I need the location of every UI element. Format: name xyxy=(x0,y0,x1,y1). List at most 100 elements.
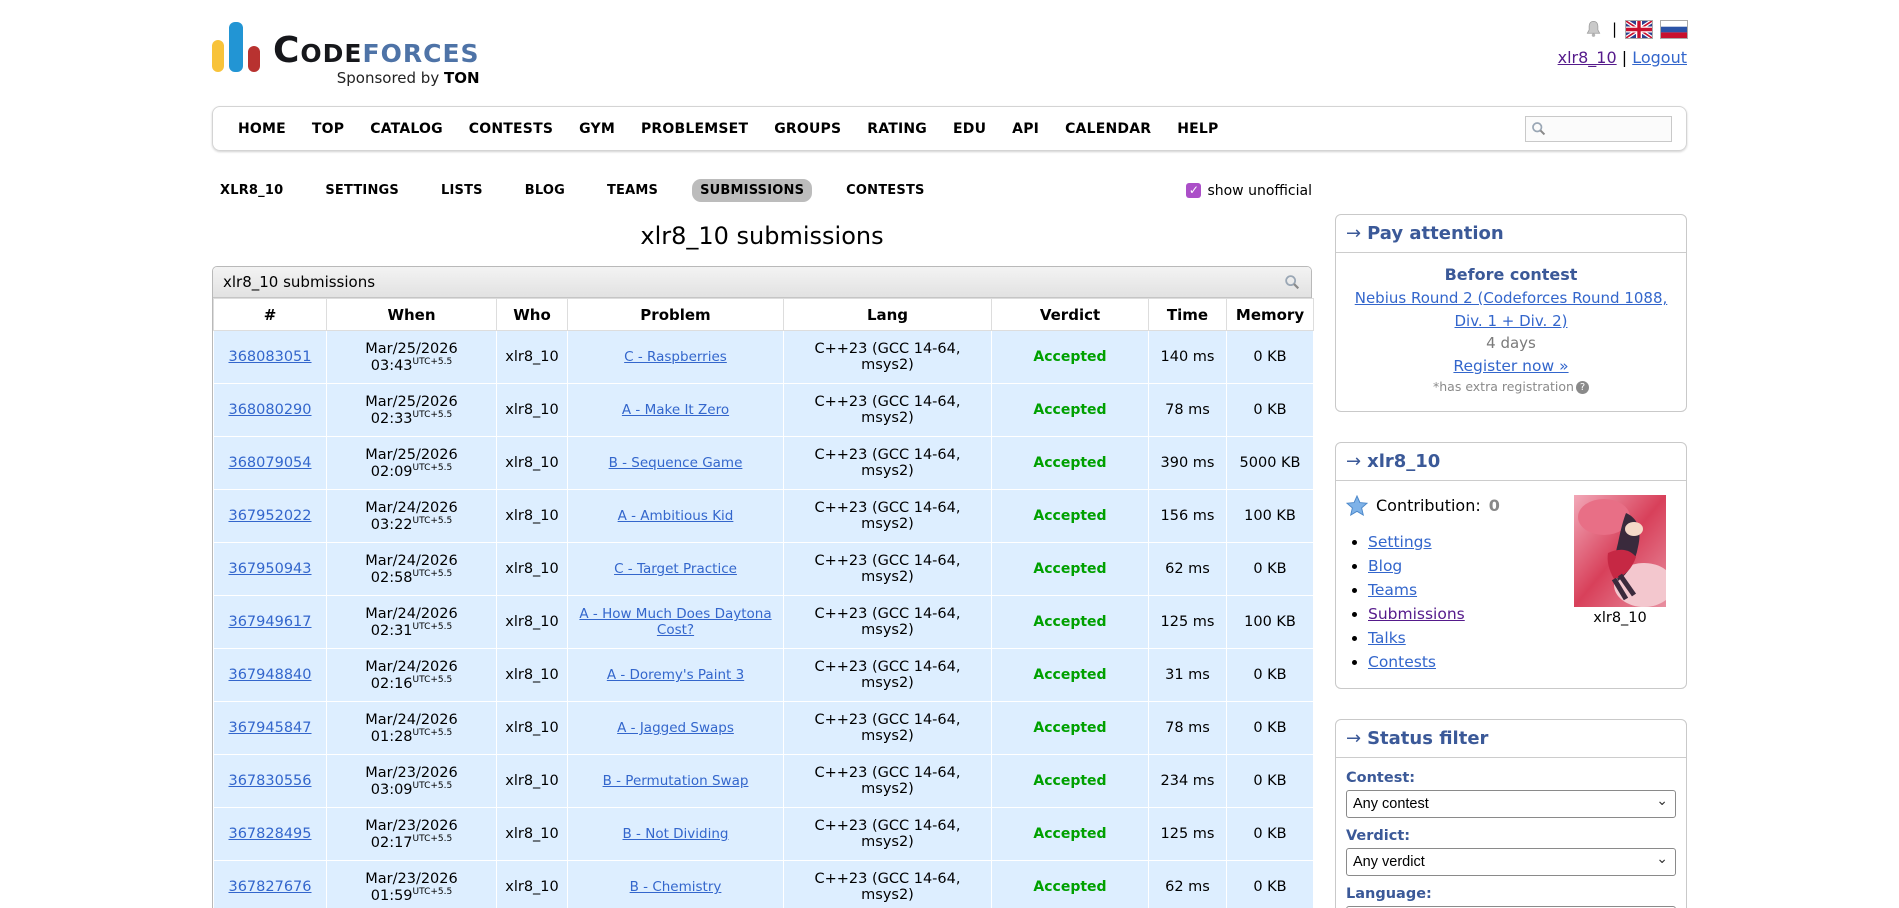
tab-contests[interactable]: CONTESTS xyxy=(838,179,932,202)
tab-settings[interactable]: SETTINGS xyxy=(317,179,407,202)
username-link[interactable]: xlr8_10 xyxy=(1558,48,1617,67)
submission-id-link[interactable]: 367828495 xyxy=(228,826,311,842)
logo-bar-red xyxy=(248,46,260,72)
verdict-filter-select[interactable]: Any verdict xyxy=(1346,848,1676,876)
tab-xlr8_10[interactable]: XLR8_10 xyxy=(212,179,291,202)
col-problem[interactable]: Problem xyxy=(568,299,784,331)
nav-item-contests[interactable]: CONTESTS xyxy=(456,121,566,137)
verdict-label[interactable]: Accepted xyxy=(1033,720,1106,736)
status-filter-header: →Status filter xyxy=(1336,720,1686,758)
bell-icon[interactable] xyxy=(1584,19,1603,39)
col-time[interactable]: Time xyxy=(1149,299,1227,331)
problem-link[interactable]: B - Permutation Swap xyxy=(603,773,749,789)
user-box: →xlr8_10 Contribution: 0 SettingsBlogTea… xyxy=(1335,442,1687,689)
submission-id-link[interactable]: 367949617 xyxy=(228,614,311,630)
nav-item-api[interactable]: API xyxy=(999,121,1052,137)
submission-author[interactable]: xlr8_10 xyxy=(505,614,559,630)
user-link-talks[interactable]: Talks xyxy=(1368,626,1406,650)
problem-link[interactable]: B - Chemistry xyxy=(630,879,722,895)
verdict-label[interactable]: Accepted xyxy=(1033,402,1106,418)
nav-item-rating[interactable]: RATING xyxy=(854,121,940,137)
nav-item-gym[interactable]: GYM xyxy=(566,121,628,137)
contest-link[interactable]: Nebius Round 2 (Codeforces Round 1088, D… xyxy=(1346,287,1676,332)
submission-id-link[interactable]: 368080290 xyxy=(228,402,311,418)
submission-id-link[interactable]: 367830556 xyxy=(228,773,311,789)
problem-link[interactable]: B - Sequence Game xyxy=(609,455,743,471)
nav-item-home[interactable]: HOME xyxy=(225,121,299,137)
problem-link[interactable]: A - How Much Does Daytona Cost? xyxy=(579,606,771,638)
col-lang[interactable]: Lang xyxy=(784,299,992,331)
problem-link[interactable]: C - Raspberries xyxy=(624,349,727,365)
nav-item-help[interactable]: HELP xyxy=(1164,121,1231,137)
contest-filter-select[interactable]: Any contest xyxy=(1346,790,1676,818)
verdict-label[interactable]: Accepted xyxy=(1033,667,1106,683)
user-link-contests[interactable]: Contests xyxy=(1368,650,1436,674)
submission-author[interactable]: xlr8_10 xyxy=(505,455,559,471)
verdict-label[interactable]: Accepted xyxy=(1033,614,1106,630)
tab-submissions[interactable]: SUBMISSIONS xyxy=(692,179,812,202)
verdict-label[interactable]: Accepted xyxy=(1033,826,1106,842)
flag-en-icon[interactable] xyxy=(1626,21,1652,38)
submission-author[interactable]: xlr8_10 xyxy=(505,826,559,842)
logo-bar-yellow xyxy=(212,40,224,72)
user-link-item: Submissions xyxy=(1368,602,1572,626)
submission-id-link[interactable]: 367952022 xyxy=(228,508,311,524)
nav-item-calendar[interactable]: CALENDAR xyxy=(1052,121,1164,137)
submission-id-link[interactable]: 367827676 xyxy=(228,879,311,895)
user-avatar[interactable] xyxy=(1574,495,1666,607)
flag-ru-icon[interactable] xyxy=(1661,21,1687,38)
submission-author[interactable]: xlr8_10 xyxy=(505,508,559,524)
nav-item-edu[interactable]: EDU xyxy=(940,121,999,137)
submission-id-link[interactable]: 367945847 xyxy=(228,720,311,736)
user-link-blog[interactable]: Blog xyxy=(1368,554,1402,578)
submission-author[interactable]: xlr8_10 xyxy=(505,879,559,895)
submission-author[interactable]: xlr8_10 xyxy=(505,773,559,789)
col-memory[interactable]: Memory xyxy=(1227,299,1314,331)
register-link[interactable]: Register now » xyxy=(1453,357,1568,375)
problem-link[interactable]: A - Doremy's Paint 3 xyxy=(607,667,744,683)
verdict-label[interactable]: Accepted xyxy=(1033,508,1106,524)
codeforces-logo[interactable]: Codeforces Sponsored by TON xyxy=(212,22,480,86)
problem-link[interactable]: C - Target Practice xyxy=(614,561,737,577)
nav-item-top[interactable]: TOP xyxy=(299,121,357,137)
col-when[interactable]: When xyxy=(327,299,497,331)
tagline-brand: TON xyxy=(444,69,480,87)
submission-author[interactable]: xlr8_10 xyxy=(505,402,559,418)
submission-author[interactable]: xlr8_10 xyxy=(505,561,559,577)
user-link-teams[interactable]: Teams xyxy=(1368,578,1417,602)
user-box-links: SettingsBlogTeamsSubmissionsTalksContest… xyxy=(1368,530,1572,674)
verdict-label[interactable]: Accepted xyxy=(1033,879,1106,895)
user-link-submissions[interactable]: Submissions xyxy=(1368,602,1465,626)
nav-item-groups[interactable]: GROUPS xyxy=(761,121,854,137)
submission-id-link[interactable]: 368079054 xyxy=(228,455,311,471)
verdict-label[interactable]: Accepted xyxy=(1033,773,1106,789)
nav-item-catalog[interactable]: CATALOG xyxy=(357,121,456,137)
problem-link[interactable]: B - Not Dividing xyxy=(623,826,729,842)
problem-link[interactable]: A - Jagged Swaps xyxy=(617,720,734,736)
submission-id-link[interactable]: 368083051 xyxy=(228,349,311,365)
help-icon[interactable]: ? xyxy=(1576,381,1589,394)
submission-id-link[interactable]: 367950943 xyxy=(228,561,311,577)
nav-item-problemset[interactable]: PROBLEMSET xyxy=(628,121,761,137)
verdict-label[interactable]: Accepted xyxy=(1033,561,1106,577)
tab-teams[interactable]: TEAMS xyxy=(599,179,666,202)
logout-link[interactable]: Logout xyxy=(1632,48,1687,67)
table-search-icon[interactable] xyxy=(1283,273,1301,291)
col-id[interactable]: # xyxy=(214,299,327,331)
verdict-label[interactable]: Accepted xyxy=(1033,349,1106,365)
search-input[interactable] xyxy=(1525,116,1672,142)
submission-id-link[interactable]: 367948840 xyxy=(228,667,311,683)
user-link-settings[interactable]: Settings xyxy=(1368,530,1432,554)
tab-lists[interactable]: LISTS xyxy=(433,179,491,202)
verdict-label[interactable]: Accepted xyxy=(1033,455,1106,471)
submission-lang: C++23 (GCC 14-64, msys2) xyxy=(784,702,992,755)
problem-link[interactable]: A - Ambitious Kid xyxy=(618,508,734,524)
submission-author[interactable]: xlr8_10 xyxy=(505,720,559,736)
col-verdict[interactable]: Verdict xyxy=(992,299,1149,331)
submission-author[interactable]: xlr8_10 xyxy=(505,349,559,365)
col-who[interactable]: Who xyxy=(497,299,568,331)
tab-blog[interactable]: BLOG xyxy=(517,179,573,202)
problem-link[interactable]: A - Make It Zero xyxy=(622,402,729,418)
show-unofficial-checkbox[interactable]: ✓ xyxy=(1186,183,1201,198)
submission-author[interactable]: xlr8_10 xyxy=(505,667,559,683)
